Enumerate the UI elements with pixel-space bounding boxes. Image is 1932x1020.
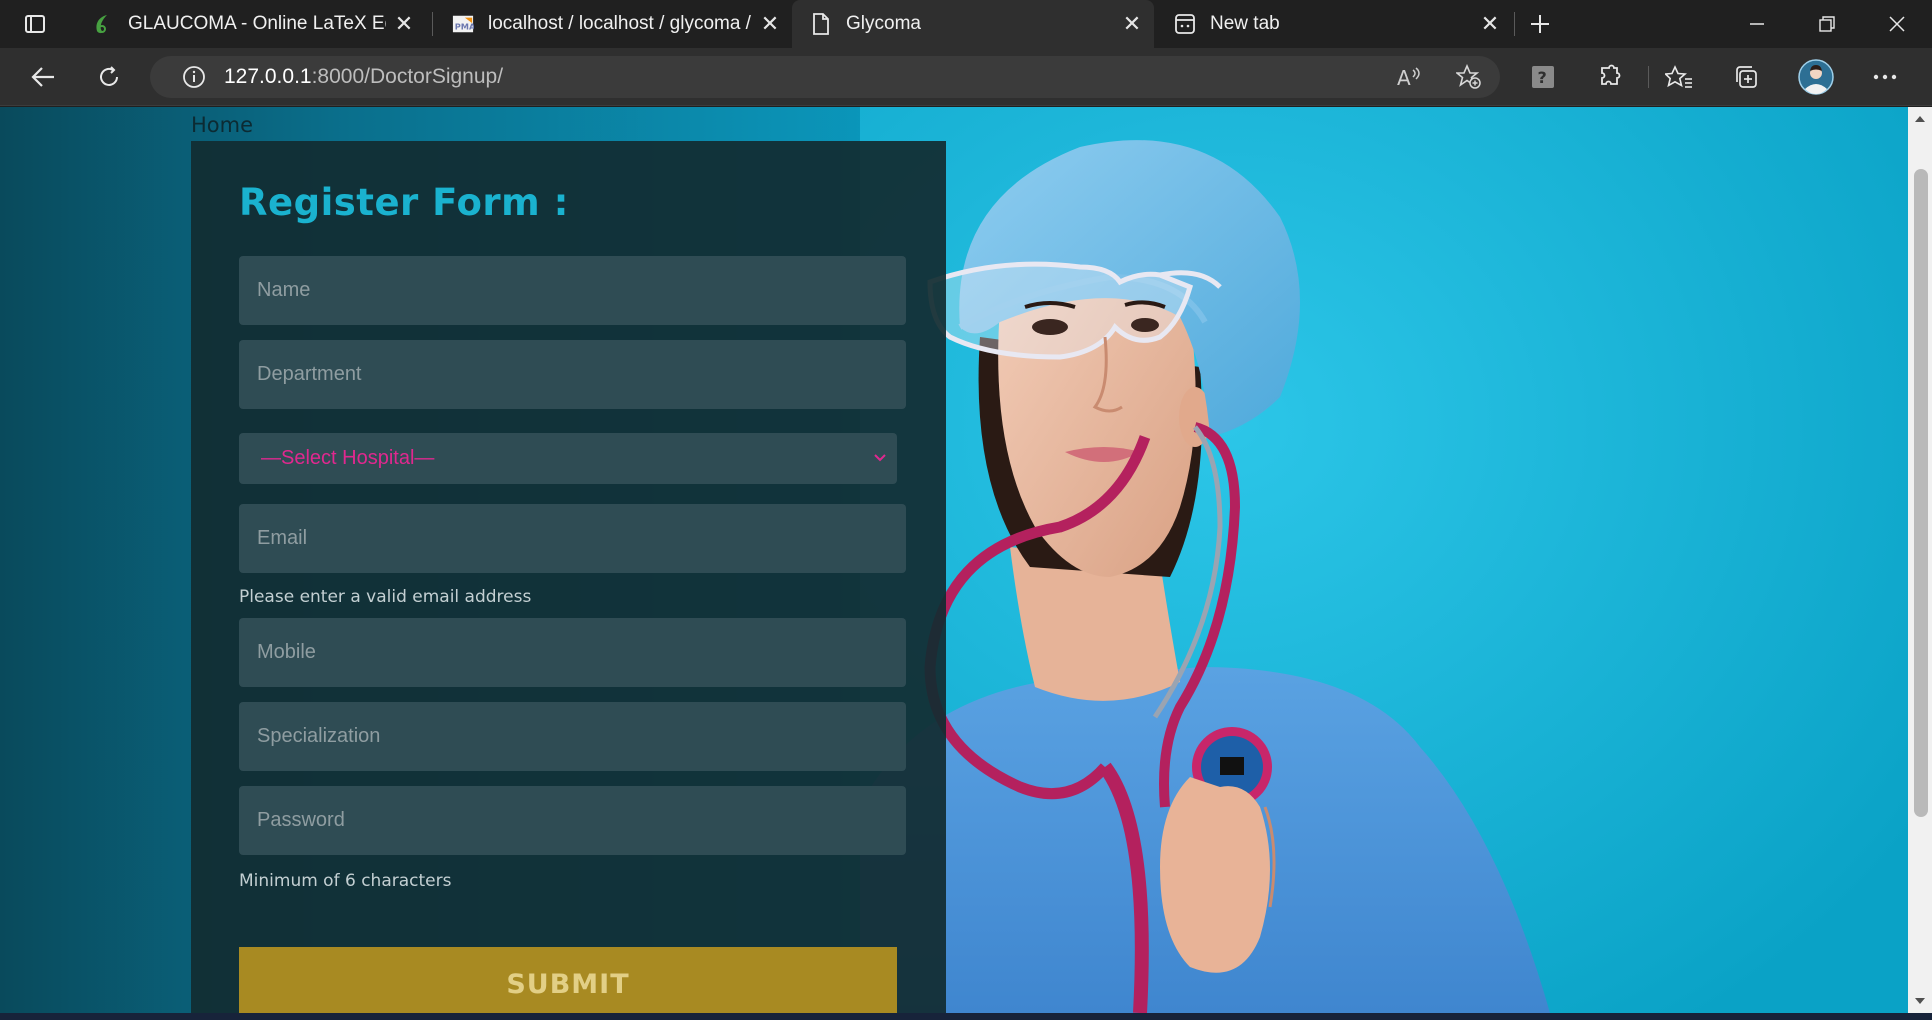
- tab-new-tab[interactable]: New tab ✕: [1156, 0, 1512, 48]
- password-input[interactable]: [239, 786, 906, 855]
- tab-actions-icon[interactable]: [12, 1, 58, 47]
- url-text[interactable]: 127.0.0.1:8000/DoctorSignup/: [224, 65, 503, 89]
- scrollbar-thumb[interactable]: [1914, 169, 1928, 817]
- taskbar-edge: [0, 1013, 1932, 1020]
- site-info-icon[interactable]: [174, 65, 214, 89]
- read-aloud-icon[interactable]: A: [1388, 56, 1430, 98]
- svg-text:?: ?: [1538, 68, 1547, 87]
- tab-title: GLAUCOMA - Online LaTeX Editc: [128, 13, 386, 34]
- hospital-select[interactable]: —Select Hospital—: [239, 433, 897, 484]
- svg-text:A: A: [1397, 66, 1411, 88]
- department-input[interactable]: [239, 340, 906, 409]
- close-icon[interactable]: ✕: [1472, 6, 1508, 42]
- more-menu-icon[interactable]: [1862, 54, 1908, 100]
- chevron-down-icon: [869, 447, 891, 475]
- phpmyadmin-icon: PMA: [452, 13, 474, 35]
- url-host: 127.0.0.1: [224, 65, 312, 88]
- tab-title: localhost / localhost / glycoma /: [488, 13, 751, 34]
- mobile-input[interactable]: [239, 618, 906, 687]
- register-form-panel: Register Form : —Select Hospital— Please…: [191, 141, 946, 1013]
- window-close-button[interactable]: [1862, 0, 1932, 48]
- doctor-hero-image: [860, 107, 1908, 1013]
- new-tab-page-icon: [1174, 13, 1196, 35]
- overleaf-leaf-icon: [92, 13, 114, 35]
- tab-separator: [432, 12, 433, 36]
- page-scrollbar[interactable]: [1908, 107, 1932, 1013]
- page-viewport: Home Register Form : —Select Hospital— P…: [0, 107, 1908, 1013]
- tab-title: New tab: [1210, 13, 1280, 34]
- password-hint: Minimum of 6 characters: [239, 871, 452, 891]
- minimize-button[interactable]: [1722, 0, 1792, 48]
- new-tab-button[interactable]: [1508, 0, 1572, 48]
- svg-text:PMA: PMA: [455, 22, 474, 32]
- browser-toolbar: 127.0.0.1:8000/DoctorSignup/ A ?: [0, 48, 1932, 106]
- url-path: :8000/DoctorSignup/: [311, 65, 504, 88]
- back-button[interactable]: [20, 54, 66, 100]
- help-extension-icon[interactable]: ?: [1520, 54, 1566, 100]
- tab-title: Glycoma: [846, 13, 921, 34]
- refresh-icon: [100, 66, 118, 86]
- close-icon[interactable]: ✕: [1114, 6, 1150, 42]
- page-icon: [810, 13, 832, 35]
- address-bar[interactable]: 127.0.0.1:8000/DoctorSignup/ A: [150, 56, 1500, 98]
- close-icon[interactable]: ✕: [752, 6, 788, 42]
- minimize-icon: [1750, 23, 1764, 25]
- plus-icon: [1531, 15, 1549, 33]
- close-icon: [1889, 16, 1905, 32]
- extensions-icon[interactable]: [1587, 54, 1633, 100]
- add-favorite-icon[interactable]: [1448, 56, 1490, 98]
- restore-button[interactable]: [1792, 0, 1862, 48]
- close-icon[interactable]: ✕: [386, 6, 422, 42]
- refresh-button[interactable]: [86, 54, 132, 100]
- hospital-select-value: —Select Hospital—: [261, 447, 435, 469]
- scroll-down-arrow-icon[interactable]: [1908, 989, 1932, 1013]
- email-hint: Please enter a valid email address: [239, 587, 532, 607]
- scroll-up-arrow-icon[interactable]: [1908, 107, 1932, 131]
- home-link[interactable]: Home: [191, 113, 253, 137]
- tab-glaucoma-latex[interactable]: GLAUCOMA - Online LaTeX Editc ✕: [74, 0, 426, 48]
- favorites-icon[interactable]: [1656, 54, 1702, 100]
- toolbar-separator: [1648, 66, 1649, 88]
- back-arrow-icon: [31, 67, 54, 87]
- email-input[interactable]: [239, 504, 906, 573]
- submit-button[interactable]: SUBMIT: [239, 947, 897, 1013]
- tab-glycoma[interactable]: Glycoma ✕: [792, 0, 1154, 48]
- tab-strip: GLAUCOMA - Online LaTeX Editc ✕ PMA loca…: [0, 0, 1932, 48]
- form-title: Register Form :: [239, 181, 569, 224]
- collections-icon[interactable]: [1723, 54, 1769, 100]
- name-input[interactable]: [239, 256, 906, 325]
- restore-icon: [1819, 16, 1835, 32]
- specialization-input[interactable]: [239, 702, 906, 771]
- tab-phpmyadmin[interactable]: PMA localhost / localhost / glycoma / ✕: [434, 0, 792, 48]
- profile-avatar[interactable]: [1793, 54, 1839, 100]
